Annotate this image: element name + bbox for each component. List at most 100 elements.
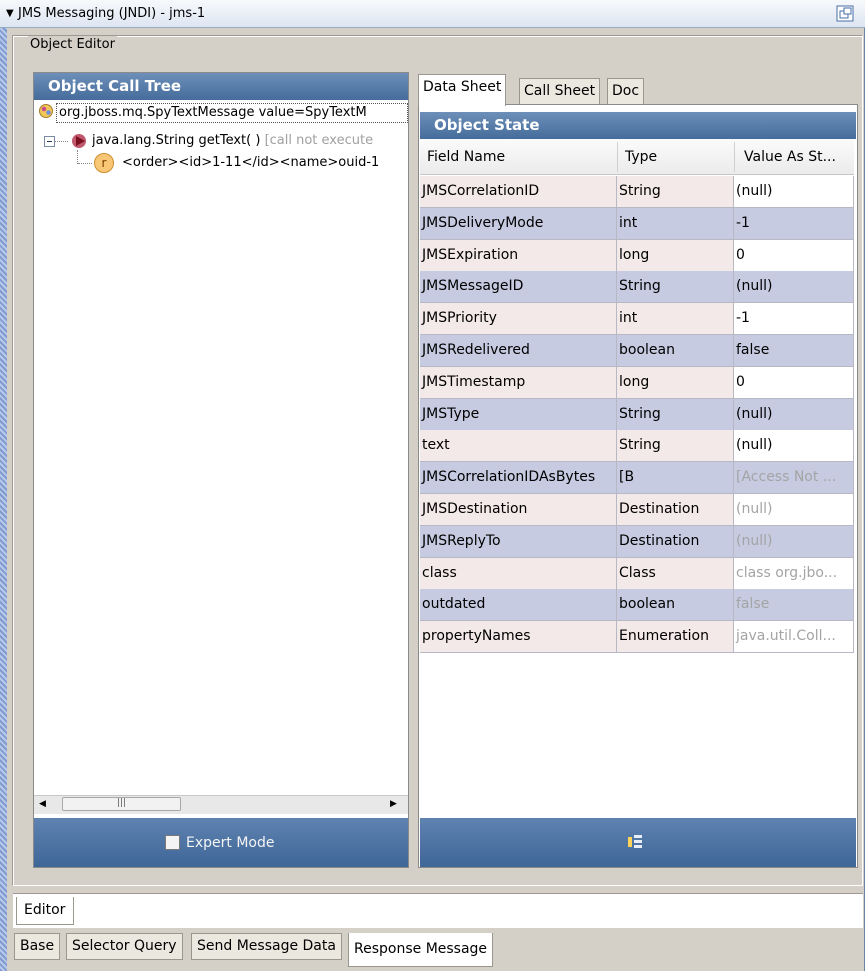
tab-call-sheet[interactable]: Call Sheet (519, 78, 601, 104)
table-row[interactable]: JMSPriority int -1 (420, 303, 854, 335)
table-cell-value[interactable]: false (734, 335, 854, 367)
table-cell-type: [B (617, 462, 734, 494)
object-editor-title: Object Editor (28, 36, 117, 54)
table-cell-field-name: JMSDeliveryMode (420, 208, 617, 240)
table-cell-field-name: JMSCorrelationID (420, 176, 617, 208)
collapse-node-icon[interactable] (44, 136, 55, 147)
method-call-icon (72, 134, 86, 148)
tree-row-root[interactable]: org.jboss.mq.SpyTextMessage value=SpyTex… (56, 103, 408, 123)
table-layout-icon[interactable] (627, 834, 643, 850)
table-row[interactable]: JMSExpiration long 0 (420, 240, 854, 272)
return-value-icon: r (94, 153, 114, 173)
column-header-type[interactable]: Type (625, 139, 657, 175)
table-cell-field-name: JMSMessageID (420, 271, 617, 303)
table-cell-type: Class (617, 558, 734, 590)
table-cell-type: Enumeration (617, 621, 734, 653)
window-title: JMS Messaging (JNDI) - jms-1 (18, 6, 206, 21)
table-cell-type: String (617, 430, 734, 462)
table-row[interactable]: JMSReplyTo Destination (null) (420, 526, 854, 558)
table-row[interactable]: JMSDestination Destination (null) (420, 494, 854, 526)
table-cell-field-name: JMSDestination (420, 494, 617, 526)
scroll-right-icon[interactable]: ▶ (390, 799, 397, 809)
scroll-left-icon[interactable]: ◀ (39, 799, 46, 809)
expert-mode-checkbox[interactable] (165, 835, 180, 850)
table-row[interactable]: JMSDeliveryMode int -1 (420, 208, 854, 240)
tab-base[interactable]: Base (14, 933, 61, 960)
table-cell-field-name: JMSExpiration (420, 240, 617, 272)
table-row[interactable]: class Class class org.jbo... (420, 558, 854, 590)
table-cell-value[interactable]: [Access Not ... (734, 462, 854, 494)
column-header-field-name[interactable]: Field Name (427, 139, 505, 175)
tree-row-method[interactable]: java.lang.String getText( ) [call not ex… (92, 132, 408, 150)
table-cell-value[interactable]: 0 (734, 367, 854, 399)
table-cell-field-name: text (420, 430, 617, 462)
table-row[interactable]: JMSCorrelationID String (null) (420, 176, 854, 208)
table-cell-value[interactable]: (null) (734, 430, 854, 462)
table-cell-value[interactable]: (null) (734, 271, 854, 303)
table-row[interactable]: JMSCorrelationIDAsBytes [B [Access Not ... (420, 462, 854, 494)
tree-row-note: [call not execute (264, 133, 374, 148)
table-cell-value[interactable]: (null) (734, 494, 854, 526)
table-cell-value[interactable]: 0 (734, 240, 854, 272)
table-cell-type: boolean (617, 589, 734, 621)
table-cell-value[interactable]: false (734, 589, 854, 621)
collapse-arrow-icon[interactable]: ▼ (6, 7, 14, 21)
scroll-grip-icon: ||| (117, 798, 127, 808)
table-row[interactable]: JMSType String (null) (420, 399, 854, 431)
restore-window-icon[interactable] (836, 5, 854, 22)
table-row[interactable]: JMSTimestamp long 0 (420, 367, 854, 399)
tree-row-return[interactable]: <order><id>1-11</id><name>ouid-1 (122, 154, 408, 172)
tab-response-message[interactable]: Response Message (348, 933, 494, 967)
object-state-header: Object State (420, 112, 856, 139)
table-cell-type: String (617, 176, 734, 208)
tree-row-label: <order><id>1-11</id><name>ouid-1 (122, 155, 380, 170)
table-cell-value[interactable]: java.util.Coll... (734, 621, 854, 653)
table-cell-type: Destination (617, 526, 734, 558)
table-cell-type: int (617, 303, 734, 335)
table-cell-field-name: JMSType (420, 399, 617, 431)
table-cell-field-name: JMSPriority (420, 303, 617, 335)
tree-row-label: java.lang.String getText( ) (92, 133, 261, 148)
tree-row-label: org.jboss.mq.SpyTextMessage value=SpyTex… (59, 105, 367, 120)
table-cell-type: int (617, 208, 734, 240)
table-cell-value[interactable]: -1 (734, 208, 854, 240)
table-cell-field-name: JMSTimestamp (420, 367, 617, 399)
tree-connector (78, 163, 92, 164)
expert-mode-label: Expert Mode (186, 835, 275, 851)
call-tree-header: Object Call Tree (34, 73, 408, 100)
table-row[interactable]: outdated boolean false (420, 589, 854, 621)
tab-doc[interactable]: Doc (607, 78, 645, 104)
table-cell-field-name: outdated (420, 589, 617, 621)
table-cell-value[interactable]: (null) (734, 176, 854, 208)
table-cell-type: long (617, 367, 734, 399)
table-cell-value[interactable]: class org.jbo... (734, 558, 854, 590)
table-cell-field-name: JMSReplyTo (420, 526, 617, 558)
table-cell-type: String (617, 399, 734, 431)
table-cell-value[interactable]: (null) (734, 526, 854, 558)
table-cell-value[interactable]: (null) (734, 399, 854, 431)
table-cell-field-name: JMSRedelivered (420, 335, 617, 367)
table-cell-type: Destination (617, 494, 734, 526)
column-divider[interactable] (734, 142, 735, 172)
table-row[interactable]: JMSRedelivered boolean false (420, 335, 854, 367)
tab-send-message-data[interactable]: Send Message Data (191, 933, 342, 960)
table-cell-value[interactable]: -1 (734, 303, 854, 335)
call-tree-panel (33, 72, 409, 868)
tab-editor[interactable]: Editor (16, 897, 74, 925)
table-cell-field-name: class (420, 558, 617, 590)
table-row[interactable]: propertyNames Enumeration java.util.Coll..… (420, 621, 854, 653)
window-edge (0, 0, 7, 971)
editor-tab-strip (13, 893, 863, 928)
table-cell-field-name: JMSCorrelationIDAsBytes (420, 462, 617, 494)
app-window: ▼ JMS Messaging (JNDI) - jms-1 Object Ed… (0, 0, 865, 971)
tab-data-sheet[interactable]: Data Sheet (418, 74, 507, 106)
table-cell-field-name: propertyNames (420, 621, 617, 653)
tab-selector-query[interactable]: Selector Query (66, 933, 183, 960)
tree-connector (55, 141, 68, 142)
column-divider[interactable] (617, 142, 618, 172)
column-header-value[interactable]: Value As St... (744, 139, 836, 175)
object-node-icon (39, 104, 53, 118)
table-cell-type: boolean (617, 335, 734, 367)
table-row[interactable]: text String (null) (420, 430, 854, 462)
table-row[interactable]: JMSMessageID String (null) (420, 271, 854, 303)
